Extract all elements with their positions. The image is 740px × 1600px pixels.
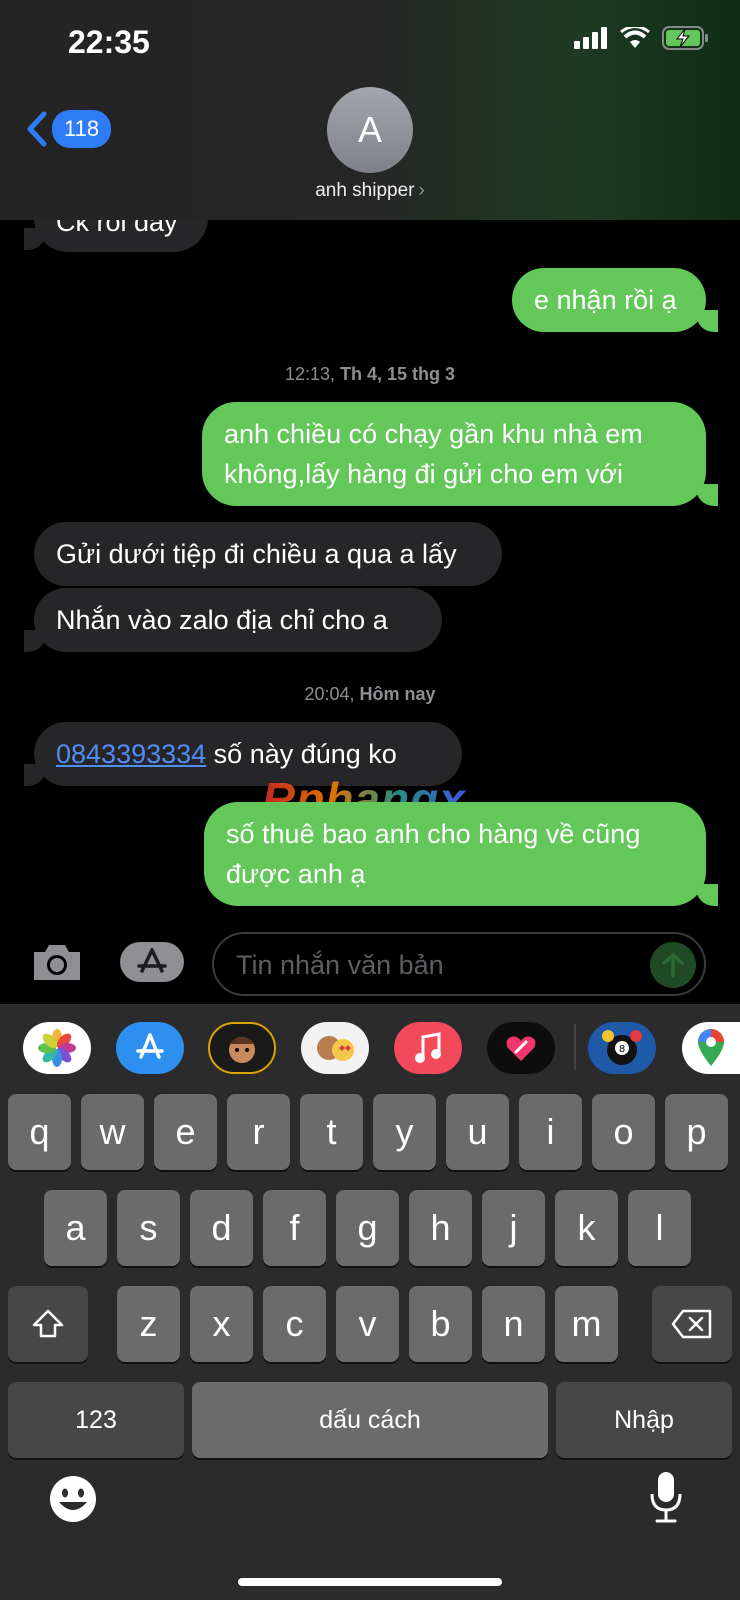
- key-g[interactable]: g: [336, 1190, 399, 1266]
- 8-ball-pool-app-icon[interactable]: 8: [588, 1022, 656, 1074]
- chevron-right-icon: ›: [418, 180, 425, 201]
- key-u[interactable]: u: [446, 1094, 509, 1170]
- key-l[interactable]: l: [628, 1190, 691, 1266]
- imessage-app-strip: 8: [0, 1004, 740, 1094]
- message-text-line: được anh ạ: [226, 859, 366, 889]
- chevron-left-icon: [27, 111, 47, 147]
- numbers-key[interactable]: 123: [8, 1382, 184, 1458]
- contact-avatar[interactable]: A: [327, 87, 413, 173]
- key-y[interactable]: y: [373, 1094, 436, 1170]
- key-k[interactable]: k: [555, 1190, 618, 1266]
- shift-icon: [32, 1309, 64, 1338]
- key-o[interactable]: o: [592, 1094, 655, 1170]
- key-w[interactable]: w: [81, 1094, 144, 1170]
- message-text: Nhắn vào zalo địa chỉ cho a: [56, 605, 388, 635]
- key-j[interactable]: j: [482, 1190, 545, 1266]
- return-key[interactable]: Nhập: [556, 1382, 732, 1458]
- camera-button[interactable]: [30, 940, 84, 989]
- wifi-icon: [620, 27, 650, 48]
- conversation-header: 22:35 118 A anh shipper ›: [0, 0, 740, 220]
- photos-app-icon[interactable]: [23, 1022, 91, 1074]
- emoji-button[interactable]: [48, 1474, 98, 1529]
- message-text: e nhận rồi ạ: [534, 285, 677, 315]
- google-maps-app-icon[interactable]: [682, 1022, 740, 1074]
- key-r[interactable]: r: [227, 1094, 290, 1170]
- key-h[interactable]: h: [409, 1190, 472, 1266]
- space-key[interactable]: dấu cách: [192, 1382, 548, 1458]
- dictation-button[interactable]: [648, 1470, 684, 1531]
- message-text-line: không,lấy hàng đi gửi cho em với: [224, 459, 624, 489]
- status-time: 22:35: [68, 24, 150, 60]
- message-incoming[interactable]: Nhắn vào zalo địa chỉ cho a: [34, 588, 442, 652]
- key-e[interactable]: e: [154, 1094, 217, 1170]
- bubble-tail: [24, 630, 46, 652]
- app-store-app-icon[interactable]: [116, 1022, 184, 1074]
- message-text-line: số thuê bao anh cho hàng về cũng: [226, 819, 641, 849]
- animoji-stickers-app-icon[interactable]: [301, 1022, 369, 1074]
- app-strip-divider: [574, 1024, 576, 1070]
- memoji-app-icon[interactable]: [208, 1022, 276, 1074]
- key-i[interactable]: i: [519, 1094, 582, 1170]
- bubble-tail: [696, 310, 718, 332]
- timestamp-date: Hôm nay: [359, 684, 436, 704]
- timestamp-date: Th 4, 15 thg 3: [340, 364, 456, 384]
- app-drawer-button[interactable]: [120, 942, 184, 982]
- keyboard: 8 q w e r t y u i o p a s d f g h j k l …: [0, 1004, 740, 1600]
- key-t[interactable]: t: [300, 1094, 363, 1170]
- contact-name-button[interactable]: anh shipper ›: [0, 180, 740, 202]
- key-v[interactable]: v: [336, 1286, 399, 1362]
- bubble-tail: [696, 884, 718, 906]
- message-incoming[interactable]: Gửi dưới tiệp đi chiều a qua a lấy: [34, 522, 502, 586]
- key-f[interactable]: f: [263, 1190, 326, 1266]
- timestamp-time: 12:13,: [284, 364, 340, 384]
- phone-number-link[interactable]: 0843393334: [56, 739, 206, 769]
- key-z[interactable]: z: [117, 1286, 180, 1362]
- timestamp: 12:13, Th 4, 15 thg 3: [0, 364, 740, 385]
- app-store-icon: [137, 948, 167, 973]
- unread-count-badge: 118: [52, 110, 112, 148]
- key-m[interactable]: m: [555, 1286, 618, 1362]
- key-a[interactable]: a: [44, 1190, 107, 1266]
- timestamp: 20:04, Hôm nay: [0, 684, 740, 705]
- backspace-icon: [671, 1309, 712, 1339]
- key-d[interactable]: d: [190, 1190, 253, 1266]
- compose-bar: [0, 920, 740, 1004]
- message-outgoing[interactable]: số thuê bao anh cho hàng về cũng được an…: [204, 802, 706, 906]
- message-text: Gửi dưới tiệp đi chiều a qua a lấy: [56, 539, 457, 569]
- message-outgoing[interactable]: e nhận rồi ạ: [512, 268, 706, 332]
- send-button[interactable]: [650, 942, 696, 988]
- key-n[interactable]: n: [482, 1286, 545, 1362]
- message-text-line: anh chiều có chạy gần khu nhà em: [224, 419, 643, 449]
- svg-text:8: 8: [619, 1044, 625, 1055]
- digital-touch-app-icon[interactable]: [487, 1022, 555, 1074]
- signal-icon: [574, 27, 607, 49]
- microphone-icon: [650, 1472, 682, 1523]
- emoji-icon: [50, 1476, 96, 1522]
- timestamp-time: 20:04,: [304, 684, 360, 704]
- shift-key[interactable]: [8, 1286, 88, 1362]
- bubble-tail: [696, 484, 718, 506]
- key-p[interactable]: p: [665, 1094, 728, 1170]
- bubble-tail: [24, 764, 46, 786]
- key-x[interactable]: x: [190, 1286, 253, 1362]
- message-input[interactable]: [236, 946, 636, 984]
- delete-key[interactable]: [652, 1286, 732, 1362]
- battery-charging-icon: [662, 26, 708, 50]
- status-icons: [574, 26, 710, 50]
- key-b[interactable]: b: [409, 1286, 472, 1362]
- home-indicator: [238, 1578, 502, 1586]
- message-text: số này đúng ko: [206, 739, 397, 769]
- arrow-up-icon: [662, 953, 684, 978]
- message-input-field[interactable]: [212, 932, 706, 996]
- key-q[interactable]: q: [8, 1094, 71, 1170]
- contact-name: anh shipper: [315, 180, 415, 201]
- back-button[interactable]: 118: [26, 110, 112, 148]
- key-c[interactable]: c: [263, 1286, 326, 1362]
- bubble-tail: [24, 228, 46, 250]
- music-app-icon[interactable]: [394, 1022, 462, 1074]
- camera-icon: [34, 945, 80, 980]
- key-s[interactable]: s: [117, 1190, 180, 1266]
- message-outgoing[interactable]: anh chiều có chạy gần khu nhà em không,l…: [202, 402, 706, 506]
